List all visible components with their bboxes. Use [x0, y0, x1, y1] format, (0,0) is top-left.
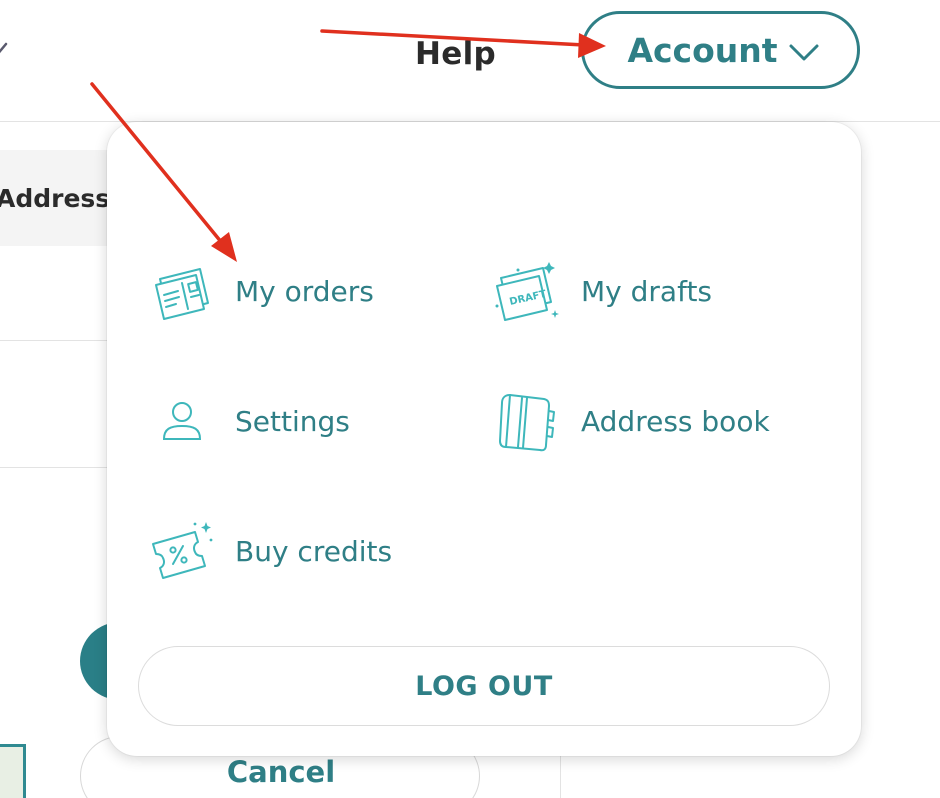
thumbnail	[0, 744, 26, 798]
divider	[0, 467, 120, 468]
divider	[0, 340, 120, 341]
menu-item-my-orders[interactable]: My orders	[147, 256, 374, 326]
menu-item-label: Settings	[235, 404, 350, 438]
address-book-icon	[493, 386, 563, 456]
user-icon	[147, 386, 217, 456]
address-tab-label: Address	[0, 184, 111, 213]
menu-item-label: My orders	[235, 274, 374, 308]
menu-item-label: Buy credits	[235, 534, 393, 568]
drafts-icon: DRAFT	[493, 256, 563, 326]
account-dropdown-menu: My orders DRAFT My drafts Settings Addre…	[107, 122, 861, 756]
account-button[interactable]: Account	[581, 11, 860, 89]
logout-button[interactable]: LOG OUT	[138, 646, 830, 726]
cancel-button-label: Cancel	[226, 755, 336, 789]
menu-item-buy-credits[interactable]: Buy credits	[147, 516, 392, 586]
help-link[interactable]: Help	[415, 36, 496, 72]
chevron-down-icon	[789, 44, 819, 61]
divider	[560, 756, 561, 798]
menu-item-address-book[interactable]: Address book	[493, 386, 770, 456]
ticket-percent-icon	[147, 516, 217, 586]
account-button-label: Account	[627, 30, 778, 70]
orders-icon	[147, 256, 217, 326]
chevron-icon	[0, 42, 8, 54]
top-navigation-bar: Help Account	[0, 0, 940, 122]
menu-item-my-drafts[interactable]: DRAFT My drafts	[493, 256, 712, 326]
menu-item-label: Address book	[581, 404, 770, 438]
logout-button-label: LOG OUT	[415, 670, 553, 702]
menu-item-label: My drafts	[581, 274, 713, 308]
menu-item-settings[interactable]: Settings	[147, 386, 350, 456]
